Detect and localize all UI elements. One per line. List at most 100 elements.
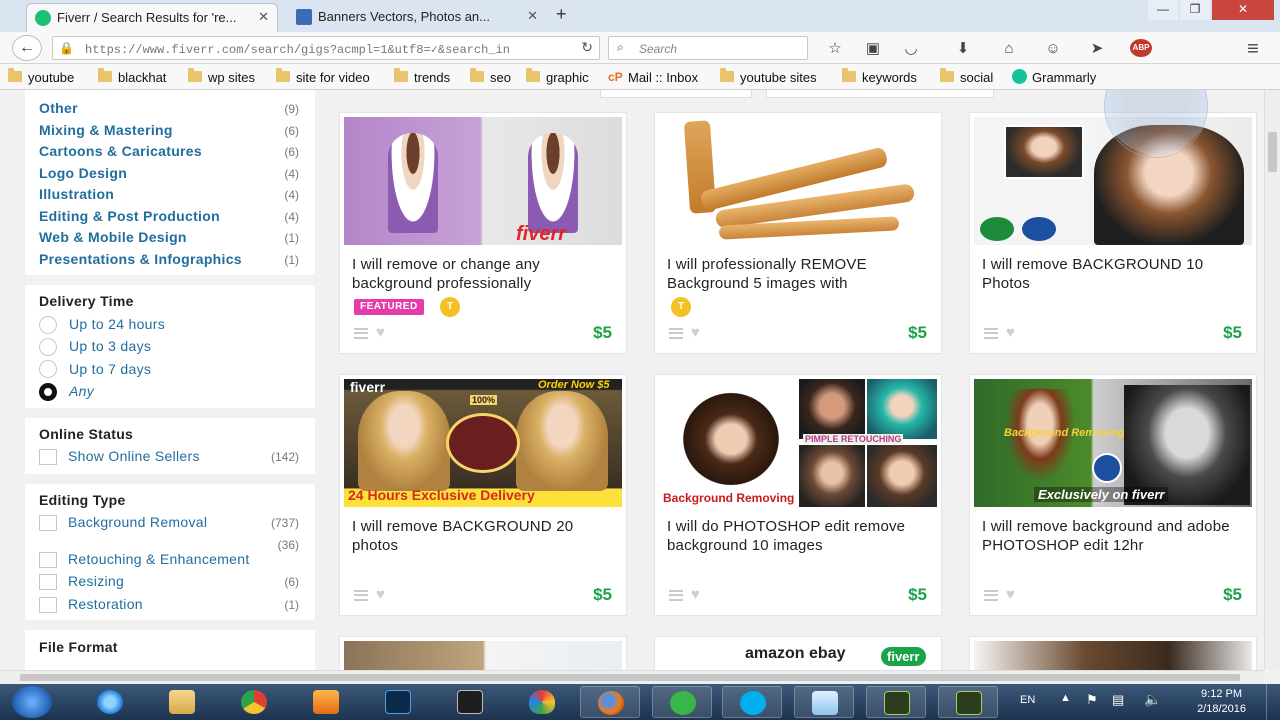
library-icon[interactable]: ▣ bbox=[864, 40, 882, 58]
gig-card[interactable]: Background Removing Exclusively on fiver… bbox=[969, 374, 1257, 616]
system-clock[interactable]: 9:12 PM 2/18/2016 bbox=[1197, 687, 1246, 717]
bookmark-mail-inbox[interactable]: cP Mail :: Inbox bbox=[608, 70, 698, 85]
adblock-icon[interactable]: ABP bbox=[1130, 39, 1152, 57]
gig-title[interactable]: I will remove BACKGROUND 10 Photos bbox=[982, 255, 1244, 293]
home-icon[interactable]: ⌂ bbox=[1000, 40, 1018, 58]
bookmark-graphic[interactable]: graphic bbox=[526, 68, 589, 85]
gig-thumbnail[interactable] bbox=[974, 641, 1252, 670]
close-window-button[interactable]: ✕ bbox=[1212, 0, 1274, 20]
checkbox[interactable] bbox=[39, 449, 57, 465]
scroll-thumb[interactable] bbox=[20, 674, 1240, 681]
gig-title[interactable]: I will do PHOTOSHOP edit remove backgrou… bbox=[667, 517, 929, 555]
taskbar-chrome[interactable] bbox=[224, 686, 284, 718]
gig-title[interactable]: I will remove BACKGROUND 20 photos bbox=[352, 517, 614, 555]
gig-title[interactable]: I will professionally REMOVE Background … bbox=[667, 255, 929, 293]
gig-card[interactable]: I will professionally REMOVE Background … bbox=[654, 112, 942, 354]
gig-card[interactable]: fiverr I will remove or change any backg… bbox=[339, 112, 627, 354]
gig-thumbnail[interactable] bbox=[659, 117, 937, 245]
bookmark-seo[interactable]: seo bbox=[470, 68, 511, 85]
tab-fiverr[interactable]: Fiverr / Search Results for 're... ✕ bbox=[26, 3, 278, 32]
gig-thumbnail[interactable]: Background Removing Exclusively on fiver… bbox=[974, 379, 1252, 507]
checkbox[interactable] bbox=[39, 574, 57, 590]
close-tab-icon[interactable]: ✕ bbox=[258, 9, 269, 25]
tray-expand-icon[interactable]: ▲ bbox=[1060, 692, 1071, 704]
bookmark-keywords[interactable]: keywords bbox=[842, 68, 917, 85]
filter-dropdown[interactable] bbox=[766, 90, 994, 98]
checkbox[interactable] bbox=[39, 597, 57, 613]
gig-thumbnail[interactable]: amazon ebay fiverr bbox=[659, 641, 937, 670]
bookmark-youtube[interactable]: youtube bbox=[8, 68, 74, 85]
bookmark-site-for-video[interactable]: site for video bbox=[276, 68, 370, 85]
taskbar-firefox[interactable] bbox=[580, 686, 640, 718]
bookmark-youtube-sites[interactable]: youtube sites bbox=[720, 68, 817, 85]
radio-button-selected[interactable] bbox=[39, 383, 57, 401]
radio-button[interactable] bbox=[39, 338, 57, 356]
taskbar-utorrent[interactable] bbox=[652, 686, 712, 718]
taskbar-lightroom[interactable] bbox=[440, 686, 500, 718]
collections-menu-icon[interactable] bbox=[984, 590, 998, 601]
gig-thumbnail[interactable] bbox=[344, 641, 622, 670]
favorite-heart-icon[interactable]: ♥ bbox=[691, 586, 700, 603]
start-button[interactable] bbox=[12, 686, 52, 718]
favorite-heart-icon[interactable]: ♥ bbox=[1006, 586, 1015, 603]
scroll-thumb[interactable] bbox=[1268, 132, 1277, 172]
download-icon[interactable]: ⬇ bbox=[954, 40, 972, 58]
checkbox[interactable] bbox=[39, 552, 57, 568]
collections-menu-icon[interactable] bbox=[984, 328, 998, 339]
taskbar-notes[interactable] bbox=[794, 686, 854, 718]
taskbar-balloon-app[interactable] bbox=[512, 686, 572, 718]
collections-menu-icon[interactable] bbox=[354, 328, 368, 339]
bookmark-star-icon[interactable]: ☆ bbox=[826, 40, 844, 58]
taskbar-skype[interactable] bbox=[722, 686, 782, 718]
gig-card[interactable] bbox=[969, 636, 1257, 670]
sort-dropdown[interactable] bbox=[600, 90, 752, 98]
gig-card[interactable]: amazon ebay fiverr bbox=[654, 636, 942, 670]
maximize-button[interactable]: ❐ bbox=[1180, 0, 1210, 20]
horizontal-scrollbar[interactable] bbox=[0, 670, 1264, 684]
gig-card[interactable]: PIMPLE RETOUCHING Background Removing I … bbox=[654, 374, 942, 616]
taskbar-internet-explorer[interactable] bbox=[80, 686, 140, 718]
language-indicator[interactable]: EN bbox=[1020, 694, 1035, 706]
gig-card[interactable]: I will remove BACKGROUND 10 Photos ♥ $5 bbox=[969, 112, 1257, 354]
reload-icon[interactable]: ↻ bbox=[581, 40, 593, 56]
gig-card[interactable]: fiverr Order Now $5 100% 24 Hours Exclus… bbox=[339, 374, 627, 616]
bookmark-wp-sites[interactable]: wp sites bbox=[188, 68, 255, 85]
pocket-icon[interactable]: ◡ bbox=[902, 40, 920, 58]
taskbar-recorder-2[interactable] bbox=[938, 686, 998, 718]
bookmark-social[interactable]: social bbox=[940, 68, 993, 85]
volume-icon[interactable]: 🔈 bbox=[1144, 691, 1161, 708]
network-icon[interactable]: ▤ bbox=[1112, 692, 1124, 708]
collections-menu-icon[interactable] bbox=[354, 590, 368, 601]
gig-title[interactable]: I will remove background and adobe PHOTO… bbox=[982, 517, 1244, 555]
favorite-heart-icon[interactable]: ♥ bbox=[376, 324, 385, 341]
url-bar[interactable]: 🔒 https://www.fiverr.com/search/gigs?acm… bbox=[52, 36, 600, 60]
vertical-scrollbar[interactable] bbox=[1264, 90, 1280, 670]
back-button[interactable]: ← bbox=[12, 35, 42, 61]
checkbox[interactable] bbox=[39, 515, 57, 531]
minimize-button[interactable]: — bbox=[1148, 0, 1178, 20]
taskbar-file-explorer[interactable] bbox=[152, 686, 212, 718]
favorite-heart-icon[interactable]: ♥ bbox=[1006, 324, 1015, 341]
bookmark-trends[interactable]: trends bbox=[394, 68, 450, 85]
gig-thumbnail[interactable]: fiverr bbox=[344, 117, 622, 245]
gig-card[interactable] bbox=[339, 636, 627, 670]
favorite-heart-icon[interactable]: ♥ bbox=[376, 586, 385, 603]
tab-banners[interactable]: Banners Vectors, Photos an... ✕ bbox=[288, 3, 546, 32]
show-desktop-button[interactable] bbox=[1266, 684, 1280, 720]
collections-menu-icon[interactable] bbox=[669, 328, 683, 339]
close-tab-icon[interactable]: ✕ bbox=[527, 8, 538, 24]
taskbar-media-player[interactable] bbox=[296, 686, 356, 718]
taskbar-recorder[interactable] bbox=[866, 686, 926, 718]
bookmark-blackhat[interactable]: blackhat bbox=[98, 68, 166, 85]
gig-thumbnail[interactable]: PIMPLE RETOUCHING Background Removing bbox=[659, 379, 937, 507]
gig-title[interactable]: I will remove or change any background p… bbox=[352, 255, 614, 293]
collections-menu-icon[interactable] bbox=[669, 590, 683, 601]
menu-hamburger-icon[interactable]: ≡ bbox=[1244, 39, 1262, 59]
gig-thumbnail[interactable]: fiverr Order Now $5 100% 24 Hours Exclus… bbox=[344, 379, 622, 507]
radio-button[interactable] bbox=[39, 360, 57, 378]
search-input[interactable]: ⌕ Search bbox=[608, 36, 808, 60]
send-icon[interactable]: ➤ bbox=[1088, 40, 1106, 58]
radio-button[interactable] bbox=[39, 316, 57, 334]
taskbar-photoshop[interactable] bbox=[368, 686, 428, 718]
flag-icon[interactable]: ⚑ bbox=[1086, 692, 1098, 708]
